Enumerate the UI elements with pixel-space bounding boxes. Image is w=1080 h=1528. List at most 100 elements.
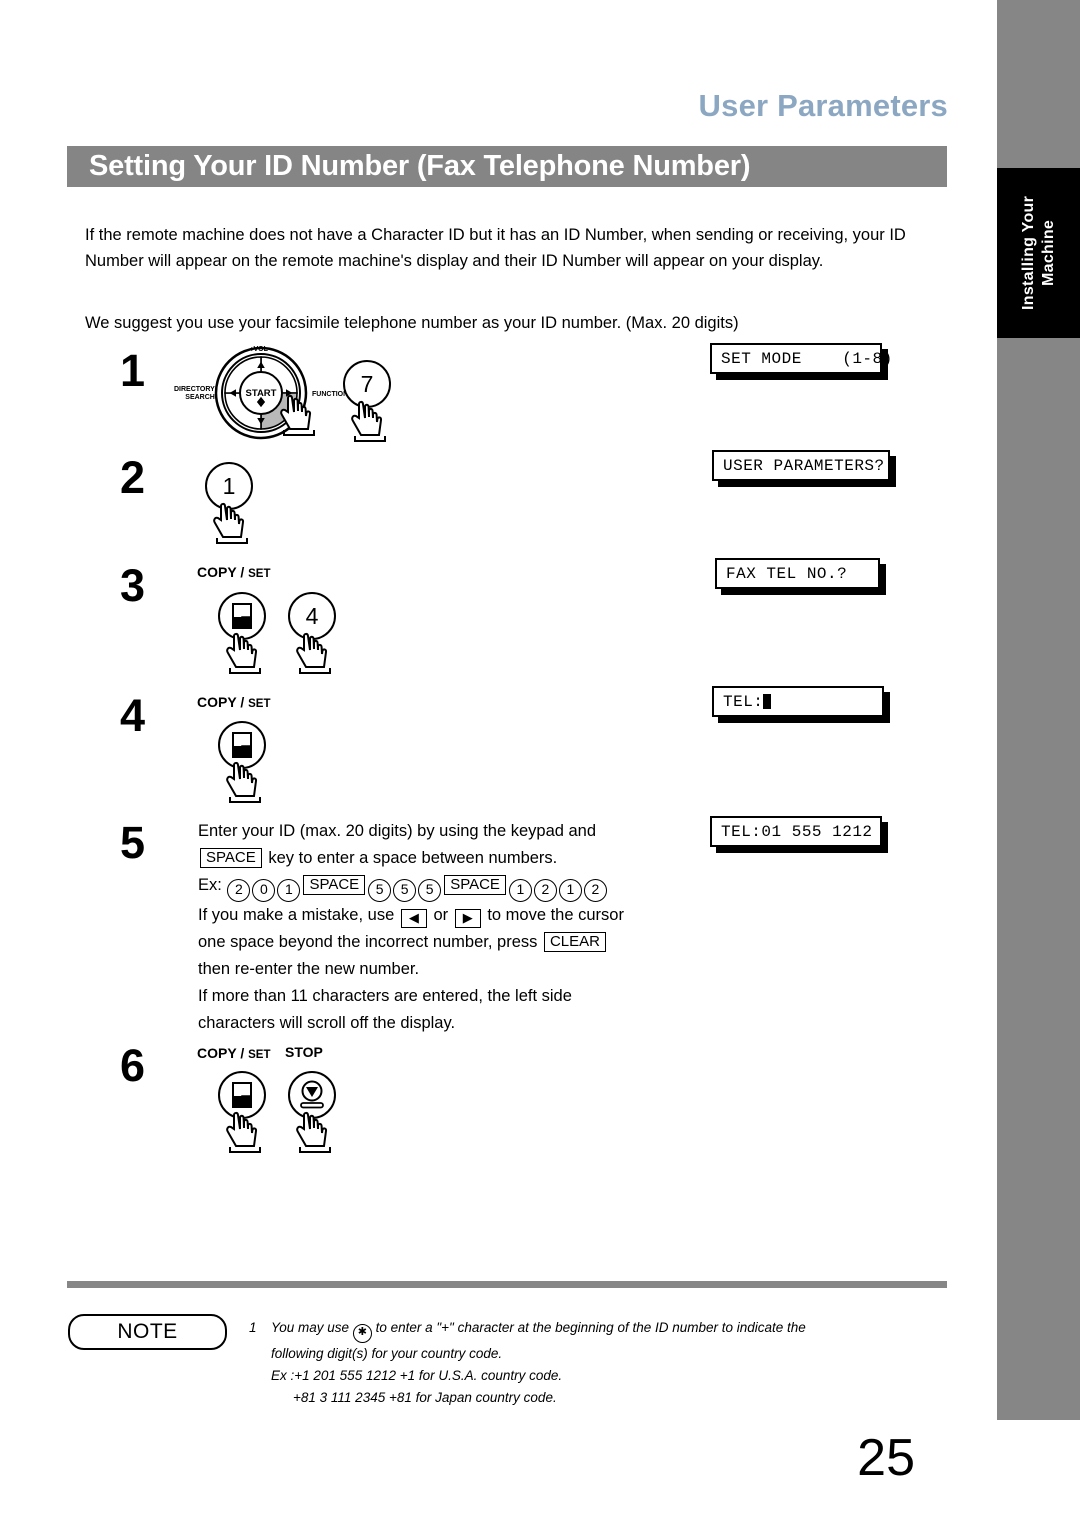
- step5-line-1: Enter your ID (max. 20 digits) by using …: [198, 822, 597, 840]
- example-digit-key-1[interactable]: 1: [508, 879, 532, 902]
- step-number-4: 4: [120, 690, 146, 741]
- slash-label: /: [236, 564, 249, 580]
- step-5-instructions: Enter your ID (max. 20 digits) by using …: [198, 818, 698, 1037]
- copy-label: COPY: [197, 564, 237, 580]
- note-item-number: 1: [249, 1320, 257, 1335]
- note-divider-rule: [67, 1281, 947, 1288]
- button-label-copy-set-6: COPY / SET: [197, 1045, 270, 1061]
- or-text: or: [433, 906, 449, 924]
- hand-pointer-icon: [296, 1111, 331, 1153]
- set-label: SET: [248, 568, 271, 580]
- side-tab-installing-your-machine: Installing Your Machine: [997, 168, 1080, 338]
- hand-pointer-icon: [226, 632, 261, 674]
- note-line-4: +81 3 111 2345 +81 for Japan country cod…: [293, 1390, 557, 1405]
- keypad-key-1-label: 1: [222, 472, 236, 499]
- asterisk-key-icon[interactable]: ✱: [352, 1324, 372, 1343]
- lcd-display-step-3: FAX TEL NO.?: [715, 558, 880, 589]
- keypad-key-4-label: 4: [305, 602, 319, 629]
- step5-line-2: SPACE key to enter a space between numbe…: [198, 845, 698, 872]
- clear-key[interactable]: CLEAR: [543, 932, 606, 952]
- lcd-text-step-2: USER PARAMETERS?: [723, 456, 885, 475]
- lcd-text-step-1: SET MODE (1-8): [721, 349, 893, 368]
- example-digit-key-5[interactable]: 5: [393, 879, 417, 902]
- example-digit-key-2[interactable]: 2: [227, 879, 251, 902]
- note-line-2: following digit(s) for your country code…: [271, 1346, 503, 1361]
- section-header-label: Setting Your ID Number (Fax Telephone Nu…: [89, 150, 751, 182]
- example-space-key[interactable]: SPACE: [303, 875, 366, 895]
- navpad-label-vol: ↕VOL: [250, 346, 268, 353]
- hand-pointer-icon: [296, 632, 331, 674]
- example-digit-key-5[interactable]: 5: [418, 879, 442, 902]
- example-prefix: Ex:: [198, 876, 222, 894]
- set-label: SET: [248, 698, 271, 710]
- hand-pointer-icon: [213, 502, 248, 544]
- step-number-3: 3: [120, 560, 146, 611]
- page-content: User Parameters Setting Your ID Number (…: [0, 0, 997, 1528]
- svg-text:START: START: [246, 388, 277, 399]
- button-label-copy-set-3: COPY / SET: [197, 564, 270, 580]
- slash-label: /: [236, 1045, 249, 1061]
- clear-text-a: one space beyond the incorrect number, p…: [198, 933, 538, 951]
- note-body: 1 You may use ✱ to enter a "+" character…: [249, 1317, 949, 1409]
- page-number: 25: [857, 1429, 915, 1487]
- button-label-copy-set-4: COPY / SET: [197, 694, 270, 710]
- navpad-label-directory-search: DIRECTORY SEARCH: [174, 386, 215, 402]
- step5-line-7: If more than 11 characters are entered, …: [198, 987, 572, 1005]
- page-title: User Parameters: [698, 88, 948, 123]
- section-header-bar: Setting Your ID Number (Fax Telephone Nu…: [67, 146, 947, 187]
- button-label-stop: STOP: [285, 1044, 323, 1060]
- arrow-right-key[interactable]: ▶: [454, 909, 481, 928]
- page-icon: [232, 1082, 252, 1108]
- example-digit-key-1[interactable]: 1: [277, 879, 301, 902]
- edge-strip-bottom-gap: [997, 1420, 1080, 1528]
- note-line-1a: You may use: [271, 1320, 350, 1335]
- step5-line-4: If you make a mistake, use ◀ or ▶ to mov…: [198, 902, 698, 929]
- lcd-display-step-4: TEL:: [712, 686, 884, 717]
- step-number-5: 5: [120, 817, 146, 868]
- side-tab-label: Installing Your Machine: [1019, 195, 1057, 311]
- step-number-6: 6: [120, 1040, 146, 1091]
- step-number-1: 1: [120, 345, 146, 396]
- example-digit-key-0[interactable]: 0: [252, 879, 276, 902]
- note-badge: NOTE: [68, 1314, 227, 1350]
- hand-pointer-icon: [351, 400, 386, 442]
- lcd-display-step-2: USER PARAMETERS?: [712, 450, 890, 481]
- example-space-key[interactable]: SPACE: [444, 875, 506, 895]
- set-label: SET: [248, 1049, 271, 1061]
- copy-label: COPY: [197, 694, 237, 710]
- lcd-text-step-4: TEL:: [723, 692, 764, 711]
- example-digit-key-2[interactable]: 2: [533, 879, 557, 902]
- intro-paragraph-2: We suggest you use your facsimile teleph…: [85, 314, 739, 332]
- step5-line-2-text: key to enter a space between numbers.: [268, 849, 558, 867]
- page-icon: [232, 732, 252, 758]
- intro-paragraph-1: If the remote machine does not have a Ch…: [85, 226, 906, 270]
- example-digit-key-5[interactable]: 5: [368, 879, 392, 902]
- copy-label: COPY: [197, 1045, 237, 1061]
- hand-pointer-icon: [226, 761, 261, 803]
- example-digit-key-1[interactable]: 1: [558, 879, 582, 902]
- lcd-display-step-5: TEL:01 555 1212: [710, 816, 882, 847]
- mistake-text-a: If you make a mistake, use: [198, 906, 395, 924]
- lcd-display-step-1: SET MODE (1-8): [710, 343, 892, 374]
- step5-line-3-example: Ex: 2 0 1 SPACE 5 5 5 SPACE 1 2 1 2: [198, 872, 698, 902]
- step5-line-8: characters will scroll off the display.: [198, 1014, 456, 1032]
- lcd-text-step-3: FAX TEL NO.?: [726, 564, 848, 583]
- page-icon: [232, 603, 252, 629]
- note-line-1: You may use ✱ to enter a "+" character a…: [271, 1317, 949, 1343]
- stop-icon: [300, 1080, 324, 1109]
- space-key[interactable]: SPACE: [200, 848, 262, 868]
- slash-label: /: [236, 694, 249, 710]
- mistake-text-b: to move the cursor: [487, 906, 624, 924]
- example-digit-key-2[interactable]: 2: [583, 879, 607, 902]
- note-line-1b: to enter a "+" character at the beginnin…: [375, 1320, 806, 1335]
- example-key-sequence: 2 0 1 SPACE 5 5 5 SPACE 1 2 1 2: [226, 875, 608, 902]
- keypad-key-7-label: 7: [360, 370, 374, 397]
- arrow-left-key[interactable]: ◀: [400, 909, 427, 928]
- hand-pointer-icon: [280, 394, 315, 436]
- step5-line-5: one space beyond the incorrect number, p…: [198, 929, 698, 956]
- lcd-text-step-5: TEL:01 555 1212: [721, 822, 873, 841]
- lcd-cursor: [763, 694, 772, 709]
- hand-pointer-icon: [226, 1111, 261, 1153]
- step-number-2: 2: [120, 452, 146, 503]
- step5-line-6: then re-enter the new number.: [198, 960, 420, 978]
